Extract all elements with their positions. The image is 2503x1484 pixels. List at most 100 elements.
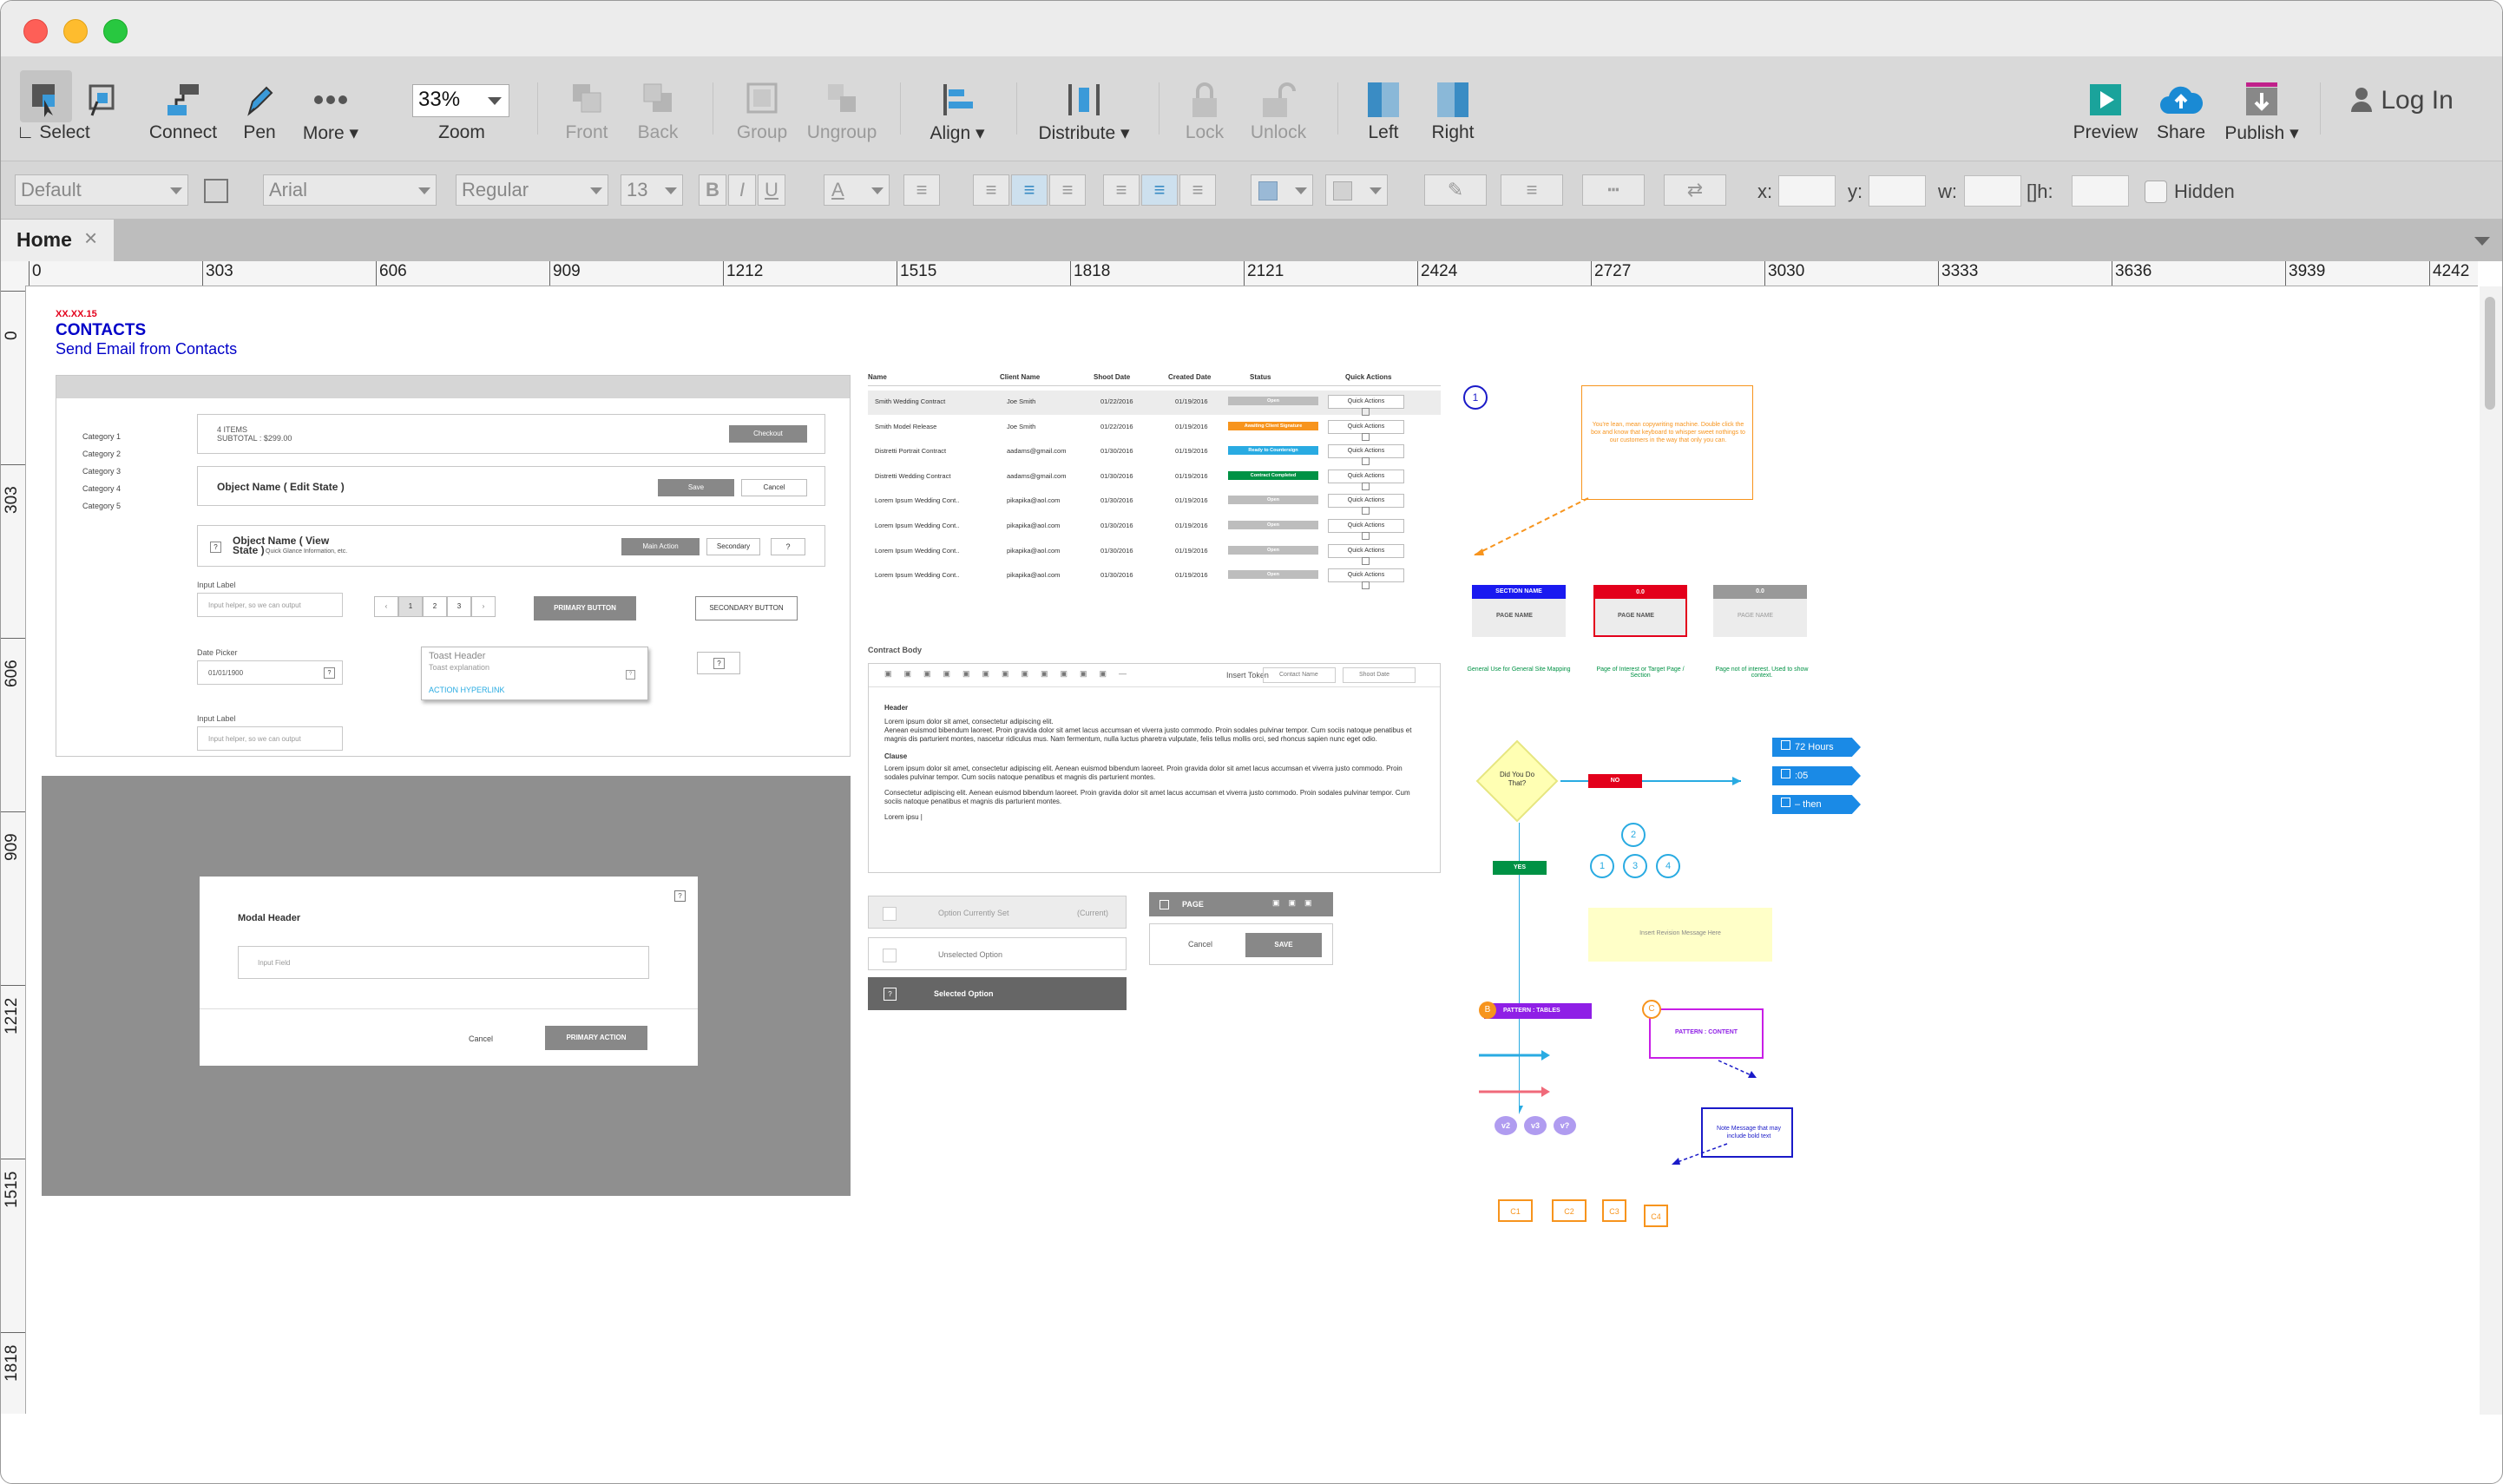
preview-button[interactable]: Preview [2068,56,2143,161]
design-canvas[interactable]: XX.XX.15 CONTACTS Send Email from Contac… [26,286,2478,1415]
publish-button[interactable]: Publish ▾ [2223,56,2301,161]
more-tools-button[interactable]: More ▾ [296,56,365,161]
modal-primary-action-button[interactable]: PRIMARY ACTION [545,1026,647,1050]
table-row[interactable]: Smith Model Release Joe Smith 01/22/2016 01… [868,416,1441,441]
category-item[interactable]: Category 1 [82,428,121,445]
main-action-button[interactable]: Main Action [621,538,700,555]
col-status[interactable]: Status [1250,373,1271,381]
date-picker-input[interactable]: 01/01/1900? [197,660,343,685]
quick-actions-button[interactable]: Quick Actions [1328,543,1404,558]
style-select[interactable]: Default [15,174,188,206]
page-save-button[interactable]: SAVE [1245,933,1322,957]
table-row[interactable]: Lorem Ipsum Wedding Cont.. pikapika@aol.c… [868,515,1441,540]
h-input[interactable] [2072,175,2129,207]
line-style-button[interactable]: ┅ [1582,174,1645,206]
cancel-button[interactable]: Cancel [741,479,807,496]
send-back-button[interactable]: Back [627,56,688,161]
quick-actions-button[interactable]: Quick Actions [1328,419,1404,434]
pagination-prev[interactable]: ‹ [374,596,398,617]
close-tab-icon[interactable]: × [84,225,97,252]
w-input[interactable] [1964,175,2021,207]
scrollbar-thumb[interactable] [2485,297,2495,410]
modal-close-icon[interactable]: ? [674,890,686,902]
calendar-icon[interactable]: ? [324,667,335,679]
quick-actions-button[interactable]: Quick Actions [1328,469,1404,483]
close-icon[interactable]: ? [626,670,635,680]
help-box-button[interactable]: ? [697,652,740,674]
group-button[interactable]: Group [730,56,794,161]
secondary-outline-button[interactable]: SECONDARY BUTTON [695,596,798,621]
shadow-button[interactable] [1325,174,1388,206]
table-row[interactable]: Lorem Ipsum Wedding Cont.. pikapika@aol.c… [868,564,1441,590]
col-created-date[interactable]: Created Date [1168,373,1211,381]
tab-home[interactable]: Home × [1,220,114,261]
contact-name-token[interactable]: Contact Name [1263,667,1336,683]
select-area-button[interactable] [81,56,124,161]
quick-actions-button[interactable]: Quick Actions [1328,444,1404,459]
pagination-next[interactable]: › [471,596,496,617]
distribute-button[interactable]: Distribute ▾ [1032,56,1136,161]
toast-action-link[interactable]: ACTION HYPERLINK [429,686,505,694]
connect-tool-button[interactable]: Connect [140,56,227,161]
input-field-2[interactable]: Input helper, so we can output [197,726,343,751]
zoom-select[interactable]: 33% [412,84,509,117]
font-size-select[interactable]: 13 [621,174,683,206]
share-button[interactable]: Share [2148,56,2214,161]
col-name[interactable]: Name [868,373,887,381]
help-button[interactable]: ? [771,538,805,555]
y-input[interactable] [1869,175,1926,207]
align-center-text-button[interactable]: ≡ [1011,174,1048,206]
line-color-button[interactable]: ✎ [1424,174,1487,206]
close-window-button[interactable] [23,19,48,43]
pagination-page[interactable]: 3 [447,596,471,617]
line-weight-button[interactable]: ≡ [1501,174,1563,206]
checkout-button[interactable]: Checkout [729,425,807,443]
vertical-scrollbar[interactable] [2480,286,2502,1415]
list-button[interactable]: ≡ [903,174,940,206]
col-quick-actions[interactable]: Quick Actions [1345,373,1392,381]
quick-actions-button[interactable]: Quick Actions [1328,568,1404,583]
link-size-icon[interactable]: [] [2027,181,2037,202]
bold-button[interactable]: B [699,174,726,206]
table-row[interactable]: Distretti Wedding Contract aadams@gmail.c… [868,465,1441,490]
pen-tool-button[interactable]: Pen [233,56,286,161]
hidden-checkbox[interactable] [2145,181,2167,203]
underline-button[interactable]: U [758,174,785,206]
table-row[interactable]: Lorem Ipsum Wedding Cont.. pikapika@aol.c… [868,540,1441,565]
zoom-window-button[interactable] [103,19,128,43]
style-edit-icon[interactable] [204,179,228,203]
lock-button[interactable]: Lock [1174,56,1235,161]
category-item[interactable]: Category 3 [82,463,121,480]
option-unselected[interactable]: Unselected Option [868,937,1127,970]
align-button[interactable]: Align ▾ [921,56,994,161]
font-select[interactable]: Arial [263,174,437,206]
quick-actions-button[interactable]: Quick Actions [1328,494,1404,509]
login-button[interactable]: Log In [2349,86,2454,121]
quick-actions-button[interactable]: Quick Actions [1328,395,1404,409]
page-panel-header[interactable]: PAGE ▣▣▣ [1149,892,1333,916]
font-color-button[interactable]: A [824,174,890,206]
unlock-button[interactable]: Unlock [1244,56,1313,161]
tab-menu-icon[interactable] [2474,237,2490,246]
primary-button[interactable]: PRIMARY BUTTON [534,596,636,621]
left-panel-button[interactable]: Left [1355,56,1412,161]
secondary-button[interactable]: Secondary [706,538,760,555]
option-current[interactable]: Option Currently Set (Current) [868,896,1127,929]
right-panel-button[interactable]: Right [1422,56,1483,161]
page-cancel-button[interactable]: Cancel [1188,940,1212,949]
col-shoot-date[interactable]: Shoot Date [1094,373,1130,381]
col-client[interactable]: Client Name [1000,373,1040,381]
page-actions-icons[interactable]: ▣▣▣ [1272,898,1321,908]
select-tool-button[interactable]: ∟ Select [16,56,90,161]
table-row[interactable]: Distretti Portrait Contract aadams@gmail.… [868,440,1441,466]
valign-middle-button[interactable]: ≡ [1141,174,1178,206]
save-button[interactable]: Save [658,479,734,496]
modal-cancel-button[interactable]: Cancel [469,1034,493,1043]
modal-input-field[interactable]: Input Field [238,946,649,979]
category-item[interactable]: Category 5 [82,497,121,515]
pagination-page[interactable]: 1 [398,596,423,617]
quick-actions-button[interactable]: Quick Actions [1328,519,1404,533]
pagination-page[interactable]: 2 [423,596,447,617]
x-input[interactable] [1778,175,1836,207]
table-row[interactable]: Smith Wedding Contract Joe Smith 01/22/201… [868,391,1441,416]
